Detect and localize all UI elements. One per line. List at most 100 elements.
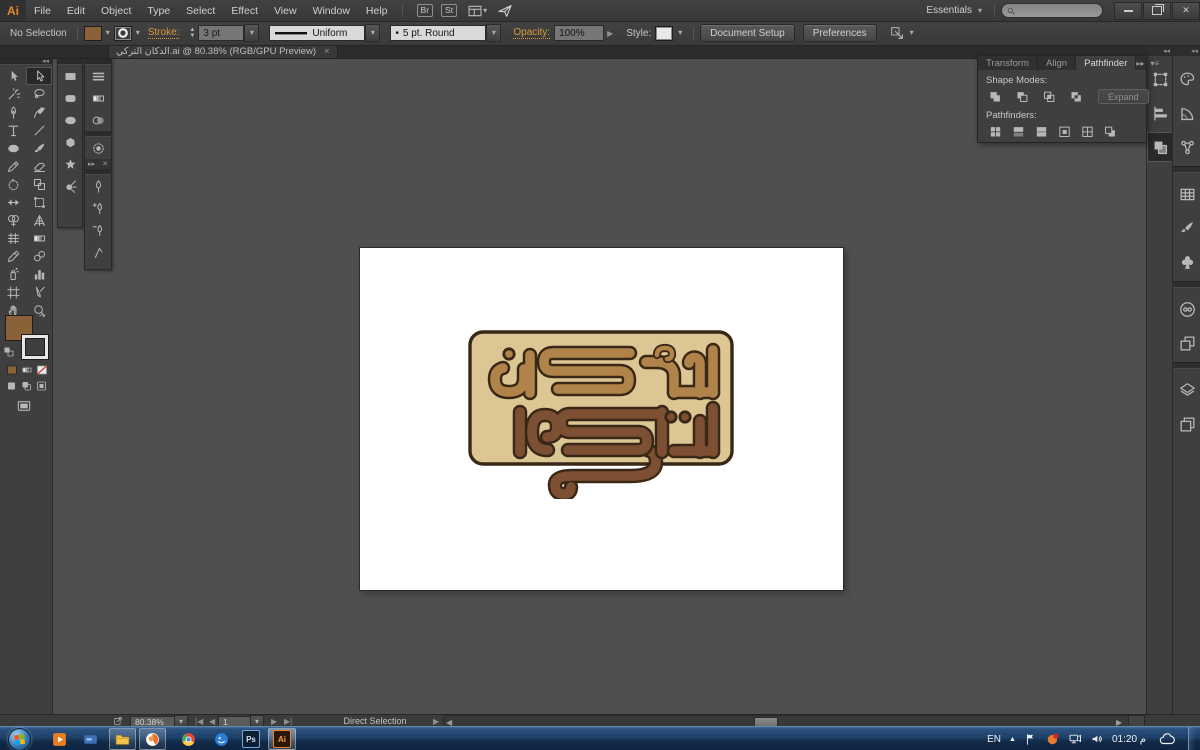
menu-window[interactable]: Window	[305, 5, 358, 17]
pen-minus-tool-button[interactable]	[85, 219, 111, 241]
eraser-tool-button[interactable]	[26, 157, 52, 175]
brushes-panel-dock-button[interactable]	[1173, 213, 1200, 243]
pen2-tool-button[interactable]	[85, 175, 111, 197]
crop-button[interactable]	[1053, 123, 1075, 140]
exclude-button[interactable]	[1065, 88, 1087, 105]
stroke-weight-field[interactable]: 3 pt	[198, 25, 244, 41]
rounded-rect-tool-button[interactable]	[58, 87, 82, 109]
width-tool-button[interactable]	[0, 193, 26, 211]
free-transform-tool-button[interactable]	[26, 193, 52, 211]
intersect-button[interactable]	[1038, 88, 1060, 105]
document-tab[interactable]: الدكان التركي.ai @ 80.38% (RGB/GPU Previ…	[108, 45, 338, 58]
tools-collapse-icon[interactable]: ◂◂	[42, 59, 49, 64]
action-center-icon[interactable]	[1024, 732, 1038, 746]
paintbrush-tool-button[interactable]	[26, 139, 52, 157]
start-button[interactable]	[8, 728, 31, 750]
bridge-button[interactable]: Br	[417, 4, 434, 17]
type-tool-button[interactable]	[0, 121, 26, 139]
minimize-button[interactable]	[1114, 2, 1142, 20]
opacity-panel-link[interactable]: Opacity:	[513, 27, 550, 39]
swatches-panel-dock-button[interactable]	[1173, 179, 1200, 209]
mesh-tool-button[interactable]	[0, 229, 26, 247]
transparency-tool-button[interactable]	[85, 109, 111, 131]
width-profile-caret[interactable]: ▾	[365, 24, 380, 42]
expand-button[interactable]: Expand	[1098, 89, 1149, 104]
unite-button[interactable]	[984, 88, 1006, 105]
pen-plus-tool-button[interactable]	[85, 197, 111, 219]
lasso-tool-button[interactable]	[26, 85, 52, 103]
tab-align[interactable]: Align	[1038, 56, 1076, 70]
stock-button[interactable]: St	[441, 4, 457, 17]
symbol-sprayer-tool-button[interactable]	[0, 265, 26, 283]
menu-help[interactable]: Help	[358, 5, 396, 17]
curvature-tool-button[interactable]	[26, 103, 52, 121]
flare-tool-button[interactable]	[58, 175, 82, 197]
next-artboard-icon[interactable]: ▶	[271, 717, 277, 726]
star-tool-button[interactable]	[58, 153, 82, 175]
tray-expand-icon[interactable]: ▲	[1009, 736, 1016, 743]
preferences-button[interactable]: Preferences	[803, 24, 877, 42]
tab-transform[interactable]: Transform	[978, 56, 1038, 70]
brush-caret[interactable]: ▾	[486, 24, 501, 42]
ellipse-shape-tool-button[interactable]	[0, 139, 26, 157]
ellipse-shape-tool-button[interactable]	[58, 109, 82, 131]
color-panel-dock-button[interactable]	[1173, 64, 1200, 94]
dock-collapse-icon[interactable]: ◂◂	[1163, 47, 1170, 55]
menu-file[interactable]: File	[26, 5, 59, 17]
document-setup-button[interactable]: Document Setup	[700, 24, 795, 42]
panel-menu-icon[interactable]: ▾≡	[1150, 59, 1159, 68]
stroke-panel-link[interactable]: Stroke:	[148, 27, 180, 39]
align-panel-dock-button[interactable]	[1147, 98, 1173, 128]
pen-tool-button[interactable]	[0, 103, 26, 121]
symbol-instance-tool-button[interactable]	[85, 137, 111, 159]
rotate-tool-button[interactable]	[0, 175, 26, 193]
rectangle-tool-button[interactable]	[58, 65, 82, 87]
trim-button[interactable]	[1007, 123, 1029, 140]
direct-selection-tool-button[interactable]	[26, 67, 52, 85]
opacity-field[interactable]: 100%	[554, 25, 604, 41]
column-graph-tool-button[interactable]	[26, 265, 52, 283]
gradient-tool-button[interactable]	[85, 87, 111, 109]
scale-tool-button[interactable]	[26, 175, 52, 193]
style-swatch[interactable]	[655, 26, 673, 41]
layers-panel-dock-button[interactable]	[1173, 375, 1200, 405]
taskbar-explorer[interactable]	[109, 728, 136, 750]
stroke-color-swatch[interactable]	[114, 26, 132, 41]
fill-color-swatch[interactable]	[84, 26, 102, 41]
first-artboard-icon[interactable]: |◀	[195, 717, 203, 726]
gradient-panel-dock-button[interactable]	[1173, 98, 1200, 128]
tearoff-close-icon[interactable]: ✕	[102, 160, 108, 168]
language-indicator[interactable]: EN	[987, 734, 1001, 745]
taskbar-orange-app[interactable]	[139, 728, 166, 750]
perspective-grid-tool-button[interactable]	[26, 211, 52, 229]
restore-button[interactable]	[1143, 2, 1171, 20]
magic-wand-tool-button[interactable]	[0, 85, 26, 103]
anchor-point-tool-button[interactable]	[85, 241, 111, 263]
slice-tool-button[interactable]	[26, 283, 52, 301]
tray-app-icon[interactable]	[1046, 732, 1060, 746]
menu-select[interactable]: Select	[178, 5, 223, 17]
previous-artboard-icon[interactable]: ◀	[209, 717, 215, 726]
brush-dropdown[interactable]: • 5 pt. Round	[390, 25, 486, 41]
stroke-color-well[interactable]	[21, 334, 49, 360]
tab-close-icon[interactable]: ×	[324, 46, 330, 57]
color-guide-panel-dock-button[interactable]	[1173, 132, 1200, 162]
minus-front-button[interactable]	[1011, 88, 1033, 105]
line-tool-button[interactable]	[26, 121, 52, 139]
tab-pathfinder[interactable]: Pathfinder	[1076, 56, 1136, 70]
eyedropper-tool-button[interactable]	[0, 247, 26, 265]
menu-object[interactable]: Object	[93, 5, 139, 17]
volume-icon[interactable]	[1090, 732, 1104, 746]
menu-view[interactable]: View	[266, 5, 305, 17]
cc-libraries-panel-dock-button[interactable]	[1173, 294, 1200, 324]
show-desktop-button[interactable]	[1188, 727, 1196, 750]
workspace-switcher[interactable]: Essentials	[926, 5, 972, 16]
asset-export-panel-dock-button[interactable]	[1173, 328, 1200, 358]
stroke-weight-stepper[interactable]: ▲▼	[189, 28, 195, 39]
taskbar-chrome[interactable]	[180, 731, 197, 748]
selection-tool-button[interactable]	[0, 67, 26, 85]
width-profile-dropdown[interactable]: Uniform	[269, 25, 365, 41]
dock-arrows-icon[interactable]: ▸▸	[88, 160, 95, 168]
gradient-tool-button[interactable]	[26, 229, 52, 247]
search-input[interactable]	[1001, 3, 1103, 18]
